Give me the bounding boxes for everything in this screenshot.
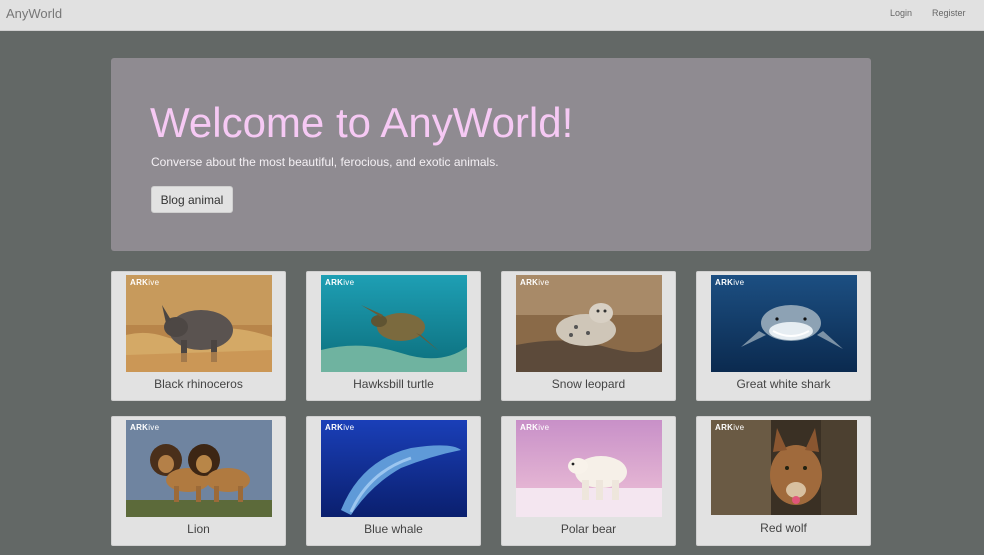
turtle-photo[interactable]: ARKive — [321, 275, 467, 372]
animal-name: Red wolf — [760, 521, 807, 535]
arkive-watermark: ARKive — [520, 423, 550, 432]
lion-photo[interactable]: ARKive — [126, 420, 272, 517]
animal-name: Hawksbill turtle — [353, 377, 434, 391]
whale-photo[interactable]: ARKive — [321, 420, 467, 517]
animal-card-red-wolf[interactable]: ARKive Red wolf — [696, 416, 871, 546]
leopard-photo[interactable]: ARKive — [516, 275, 662, 372]
animal-card-blue-whale[interactable]: ARKive Blue whale — [306, 416, 481, 546]
wolf-photo[interactable]: ARKive — [711, 420, 857, 515]
animal-name: Great white shark — [736, 377, 831, 391]
animal-card-black-rhinoceros[interactable]: ARKive Black rhinoceros — [111, 271, 286, 401]
polar-bear-photo[interactable]: ARKive — [516, 420, 662, 517]
animal-card-great-white-shark[interactable]: ARKive Great white shark — [696, 271, 871, 401]
blog-animal-button[interactable]: Blog animal — [151, 186, 233, 213]
animal-name: Blue whale — [364, 522, 423, 536]
page-subtitle: Converse about the most beautiful, feroc… — [151, 155, 499, 169]
animal-name: Black rhinoceros — [154, 377, 243, 391]
arkive-watermark: ARKive — [325, 278, 355, 287]
animal-card-polar-bear[interactable]: ARKive Polar bear — [501, 416, 676, 546]
register-link[interactable]: Register — [932, 8, 966, 18]
animal-name: Snow leopard — [551, 377, 626, 391]
brand-link[interactable]: AnyWorld — [6, 6, 62, 21]
shark-photo[interactable]: ARKive — [711, 275, 857, 372]
animal-card-hawksbill-turtle[interactable]: ARKive Hawksbill turtle — [306, 271, 481, 401]
welcome-jumbotron: Welcome to AnyWorld! Converse about the … — [111, 58, 871, 251]
arkive-watermark: ARKive — [520, 278, 550, 287]
navbar: AnyWorld Login Register — [0, 0, 984, 31]
arkive-watermark: ARKive — [715, 278, 745, 287]
login-link[interactable]: Login — [890, 8, 912, 18]
rhinoceros-photo[interactable]: ARKive — [126, 275, 272, 372]
arkive-watermark: ARKive — [130, 278, 160, 287]
arkive-watermark: ARKive — [130, 423, 160, 432]
page-title: Welcome to AnyWorld! — [150, 99, 574, 146]
arkive-watermark: ARKive — [715, 423, 745, 432]
animal-card-lion[interactable]: ARKive Lion — [111, 416, 286, 546]
animal-name: Lion — [187, 522, 210, 536]
animal-card-snow-leopard[interactable]: ARKive Snow leopard — [501, 271, 676, 401]
animal-name: Polar bear — [560, 522, 617, 536]
arkive-watermark: ARKive — [325, 423, 355, 432]
